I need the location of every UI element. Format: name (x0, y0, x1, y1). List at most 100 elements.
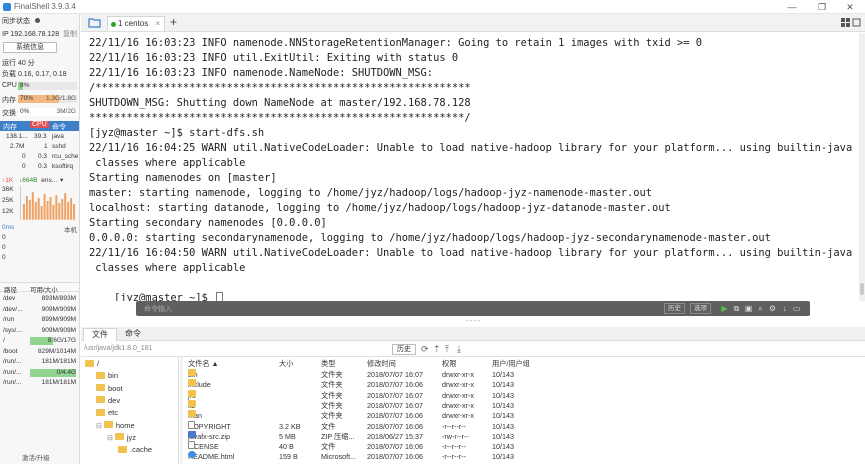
tree-item[interactable]: etc (96, 407, 118, 419)
panel-splitter[interactable]: ⋯⋯ (81, 317, 865, 327)
tree-item[interactable]: / (85, 358, 99, 370)
tree-item[interactable]: ⊟ home (96, 420, 135, 432)
terminal-prompt-line[interactable]: [jyz@master ~]$ (89, 276, 224, 301)
collapse-icon[interactable]: ⊟ (107, 435, 113, 442)
cpu-bar: 8% (18, 82, 77, 90)
layout-grid-icon[interactable] (841, 18, 861, 28)
file-row[interactable]: man 文件夹 2018/07/07 16:06 drwxr-xr-x 10/143 (184, 410, 544, 421)
column-permission[interactable]: 权限 (442, 359, 456, 369)
disk-path: / (3, 337, 5, 344)
terminal-scrollbar[interactable] (859, 33, 865, 301)
copy-icon[interactable]: ⧉ (732, 304, 741, 313)
file-row[interactable]: lib文件夹2018/07/07 16:07drwxr-xr-x10/143 (184, 399, 544, 411)
proc-tab-cmd[interactable]: 命令 (52, 122, 66, 132)
terminal-output[interactable]: 22/11/16 16:03:23 INFO namenode.NNStorag… (81, 33, 865, 301)
search-icon[interactable]: ⌕ (756, 304, 765, 313)
tree-item[interactable]: dev (96, 395, 120, 407)
download-file-icon[interactable]: ⤓ (457, 344, 461, 355)
tree-item[interactable]: .cache (118, 444, 152, 456)
tab-commands[interactable]: 命令 (117, 328, 149, 341)
file-row[interactable]: README.html 159 B Microsoft... 2018/07/07 1… (184, 451, 544, 462)
gear-icon[interactable]: ⚙ (768, 304, 777, 313)
current-path[interactable]: /usr/java/jdk1.8.0_181 (84, 345, 153, 352)
disk-row[interactable]: /run/... 181M/181M (0, 357, 79, 367)
path-history-button[interactable]: 历史 (392, 344, 416, 355)
collapse-icon[interactable]: ⊟ (96, 423, 102, 430)
process-row[interactable]: 0 0.3 rcu_sche (0, 152, 79, 162)
disk-row[interactable]: /sys/... 909M/909M (0, 326, 79, 336)
minimize-button[interactable]: — (782, 1, 802, 13)
file-row[interactable]: jre文件夹2018/07/07 16:07drwxr-xr-x10/143 (184, 389, 544, 401)
new-tab-button[interactable]: + (170, 15, 177, 29)
paste-icon[interactable]: ▣ (744, 304, 753, 313)
file-perm-cell: drwxr-xr-x (442, 370, 474, 379)
file-row[interactable]: COPYRIGHT 3.2 KB 文件 2018/07/07 16:06 -r--r--… (184, 420, 544, 432)
send-icon[interactable]: ▶ (720, 304, 729, 313)
refresh-icon[interactable]: ⟳ (421, 344, 429, 355)
parent-dir-icon[interactable]: ⇡ (433, 344, 441, 355)
download-icon[interactable]: ↓ (780, 304, 789, 313)
command-input-placeholder[interactable]: 命令输入 (144, 304, 172, 314)
tree-item[interactable]: boot (96, 383, 123, 395)
disk-row[interactable]: /dev/... 909M/909M (0, 305, 79, 315)
chevron-down-icon[interactable]: ▾ (60, 177, 63, 184)
latency-host[interactable]: 本机 (64, 224, 77, 234)
net-interface[interactable]: ens... (41, 177, 57, 184)
file-modified-cell: 2018/07/07 16:06 (367, 421, 423, 431)
file-row[interactable]: include 文件夹 2018/07/07 16:06 drwxr-xr-x 10/1… (184, 379, 544, 390)
system-info-button[interactable]: 系统信息 (3, 42, 57, 53)
disk-row[interactable]: /dev 893M/893M (0, 294, 79, 304)
disk-row[interactable]: /run/... 181M/181M (0, 378, 79, 388)
column-owner[interactable]: 用户/用户组 (492, 359, 530, 369)
disk-size: 909M/909M (41, 326, 76, 334)
file-row[interactable]: bin文件夹2018/07/07 16:07drwxr-xr-x10/143 (184, 369, 544, 380)
command-history-button[interactable]: 历史 (664, 303, 685, 314)
tab-files[interactable]: 文件 (83, 328, 117, 341)
proc-tab-cpu[interactable]: CPU (30, 121, 49, 128)
process-row[interactable]: 0 0.3 ksoftirq (0, 162, 79, 172)
swap-label: 交换 (2, 110, 16, 117)
maximize-button[interactable]: ❐ (812, 1, 832, 13)
app-logo-icon (3, 3, 11, 11)
column-name[interactable]: 文件名 ▲ (188, 359, 219, 369)
disk-path: /run/... (3, 379, 22, 386)
tree-scrollbar[interactable] (180, 357, 183, 464)
tree-item[interactable]: ⊟ jyz (107, 432, 136, 444)
copy-ip-link[interactable]: 复制 (63, 31, 77, 38)
process-row[interactable]: 138.1... 39.3 java (0, 132, 79, 142)
disk-size: 893M/893M (41, 295, 76, 302)
upgrade-link[interactable]: 激活/升级 (22, 452, 50, 462)
tab-session-centos[interactable]: 1 centos × (107, 16, 165, 31)
disk-size: 0/4.4G (56, 368, 76, 376)
file-name-cell: man (188, 410, 202, 421)
disk-row[interactable]: / 8.6G/17G (0, 336, 79, 346)
disk-row[interactable]: /run 899M/909M (0, 315, 79, 325)
folder-icon (188, 379, 196, 387)
command-input-bar[interactable]: 命令输入 历史 选项 ▶ ⧉ ▣ ⌕ ⚙ ↓ ▭ (136, 301, 810, 316)
disk-row[interactable]: /run/... 0/4.4G (0, 368, 79, 378)
file-perm-cell: drwxr-xr-x (442, 390, 474, 400)
column-modified[interactable]: 修改时间 (367, 359, 396, 369)
file-row[interactable]: javafx-src.zip 5 MB ZIP 压缩... 2018/06/27 15… (184, 430, 544, 442)
file-owner-cell: 10/143 (492, 431, 514, 441)
proc-tab-mem[interactable]: 内存 (3, 122, 17, 132)
command-options-button[interactable]: 选项 (690, 303, 711, 314)
scrollbar-thumb[interactable] (860, 283, 864, 295)
column-size[interactable]: 大小 (279, 359, 293, 369)
system-sidebar: 同步状态 IP 192.168.78.128 复制 系统信息 运行 40 分 负… (0, 14, 80, 464)
mem-label: 内存 (2, 97, 16, 104)
upload-icon[interactable]: ⤒ (445, 344, 449, 355)
close-window-button[interactable]: ✕ (840, 1, 860, 13)
window-icon[interactable]: ▭ (792, 304, 801, 313)
folder-icon (114, 433, 124, 441)
disk-row[interactable]: /boot 829M/1014M (0, 347, 79, 357)
tree-item-label: .cache (130, 445, 153, 455)
tree-item[interactable]: bin (96, 370, 118, 382)
folder-open-icon[interactable] (88, 17, 102, 28)
column-type[interactable]: 类型 (321, 359, 335, 369)
uptime-text: 运行 40 分 (2, 60, 35, 67)
swap-value: 3M/2G (56, 108, 76, 115)
process-row[interactable]: 2.7M 1 sshd (0, 142, 79, 152)
close-tab-icon[interactable]: × (155, 17, 160, 31)
file-row[interactable]: LICENSE 40 B 文件 2018/07/07 16:06 -r--r--r-- 1… (184, 441, 544, 452)
